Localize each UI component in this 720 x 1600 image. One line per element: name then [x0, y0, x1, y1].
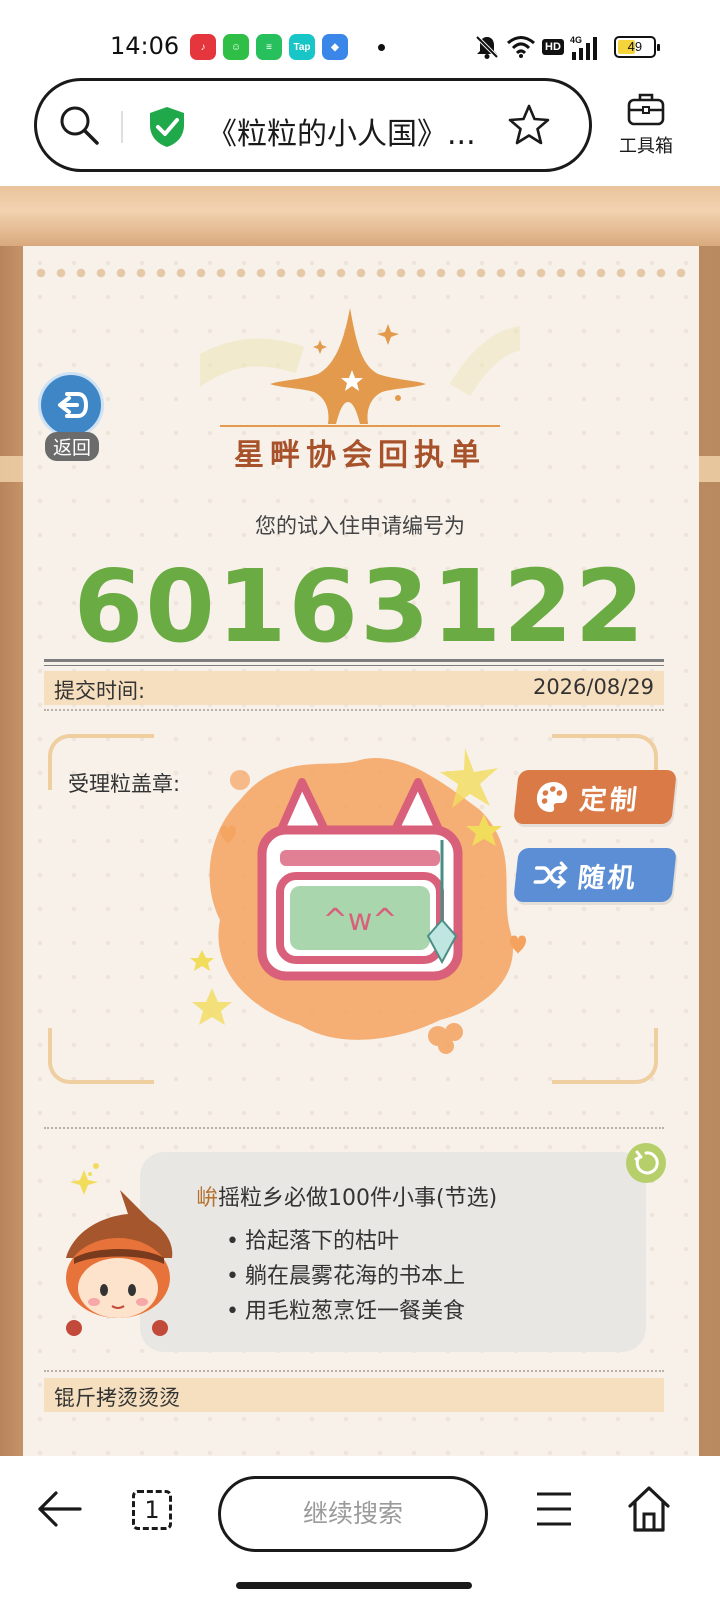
chat-app-icon: ≡: [256, 34, 282, 60]
association-logo: 星畔协会回执单: [200, 300, 520, 490]
back-button[interactable]: 返回: [38, 372, 106, 461]
status-time: 14:06: [110, 32, 180, 60]
toolbox-icon: [627, 93, 665, 126]
browser-bottom-nav: 1 继续搜索: [0, 1456, 720, 1600]
dotted-divider: [44, 1370, 664, 1372]
tabs-button[interactable]: 1: [132, 1490, 172, 1530]
battery-indicator: 49: [613, 36, 660, 58]
refresh-button[interactable]: [626, 1143, 666, 1183]
submit-time-value: 2026/08/29: [532, 675, 654, 699]
random-stamp-label[interactable]: 随机: [576, 856, 640, 895]
todo-title: 峅摇粒乡必做100件小事(节选): [196, 1180, 497, 1212]
bottom-section-header: 锟斤拷烫烫烫: [44, 1378, 664, 1412]
notification-app-icons: ♪ ☺ ≡ Tap ◆: [190, 34, 348, 60]
todo-item: 躺在晨雾花海的书本上: [226, 1259, 465, 1294]
stamp-label: 受理粒盖章:: [68, 772, 181, 796]
todo-title-accent: 峅: [196, 1186, 219, 1211]
application-number: 60163122: [73, 548, 647, 665]
todo-card: 峅摇粒乡必做100件小事(节选) 拾起落下的枯叶躺在晨雾花海的书本上用毛粒葱烹饪…: [140, 1152, 646, 1352]
back-nav-icon[interactable]: [36, 1484, 84, 1534]
todo-item: 拾起落下的枯叶: [226, 1224, 465, 1259]
music-app-icon: ♪: [190, 34, 216, 60]
witch-character-illustration: [66, 1163, 173, 1336]
dotted-divider: [44, 709, 664, 711]
battery-percent: 49: [627, 39, 643, 54]
more-notifications-dot: [378, 44, 385, 51]
page-title[interactable]: 《粒粒的小人国》...: [207, 109, 507, 153]
address-bar[interactable]: 《粒粒的小人国》...: [34, 78, 592, 172]
toolbox-button[interactable]: 工具箱: [608, 92, 684, 158]
network-type-label: 4G: [570, 35, 582, 45]
todo-list: 拾起落下的枯叶躺在晨雾花海的书本上用毛粒葱烹饪一餐美食: [226, 1224, 465, 1329]
gesture-home-indicator[interactable]: [236, 1582, 472, 1589]
toolbox-label: 工具箱: [619, 136, 673, 157]
menu-icon[interactable]: [534, 1484, 574, 1534]
signal-4g-icon: 4G: [570, 35, 597, 60]
back-circle[interactable]: [38, 372, 104, 438]
continue-search-button[interactable]: 继续搜索: [218, 1476, 488, 1552]
blue-app-icon: ◆: [322, 34, 348, 60]
status-bar: 14:06 ♪ ☺ ≡ Tap ◆ HD 4G 49: [0, 0, 720, 78]
logo-title: 星畔协会回执单: [234, 438, 486, 473]
home-icon[interactable]: [626, 1484, 672, 1534]
taptap-app-icon: Tap: [289, 34, 315, 60]
wifi-icon: [507, 36, 535, 58]
mute-bell-icon: [475, 35, 499, 59]
system-status-icons: HD 4G 49: [474, 34, 660, 60]
random-stamp-button[interactable]: 随机: [513, 848, 677, 902]
todo-title-text: 摇粒乡必做100件小事(节选): [218, 1186, 498, 1211]
custom-stamp-label[interactable]: 定制: [578, 778, 642, 817]
submit-time-row: 提交时间: 2026/08/29: [44, 671, 664, 705]
frame-corner-bottom-left: [48, 1028, 154, 1084]
bookmark-star-icon[interactable]: [507, 103, 551, 147]
application-subtitle: 您的试入住申请编号为: [255, 514, 465, 538]
refresh-icon: [634, 1150, 659, 1175]
bottom-section-label: 锟斤拷烫烫烫: [54, 1386, 180, 1410]
green-app-icon: ☺: [223, 34, 249, 60]
palette-icon: [536, 782, 568, 812]
back-label[interactable]: 返回: [44, 432, 99, 461]
stamp-face-text: ^w^: [323, 903, 398, 938]
frame-corner-bottom-right: [552, 1028, 658, 1084]
shuffle-icon: [533, 861, 568, 889]
dotted-divider: [44, 1127, 664, 1129]
secure-shield-icon[interactable]: [147, 105, 187, 149]
cat-stamp-image: ^w^: [190, 748, 526, 1054]
logo-star-emblem: [200, 308, 520, 427]
address-separator: [121, 111, 123, 143]
custom-stamp-button[interactable]: 定制: [513, 770, 677, 824]
paper-perforation: [31, 268, 691, 278]
wooden-shelf: [0, 186, 720, 246]
double-divider: [44, 659, 664, 666]
search-icon[interactable]: [57, 103, 101, 147]
submit-time-label: 提交时间:: [54, 679, 146, 703]
hd-badge: HD: [542, 39, 564, 55]
todo-item: 用毛粒葱烹饪一餐美食: [226, 1294, 465, 1329]
back-arrow-icon: [58, 392, 89, 418]
